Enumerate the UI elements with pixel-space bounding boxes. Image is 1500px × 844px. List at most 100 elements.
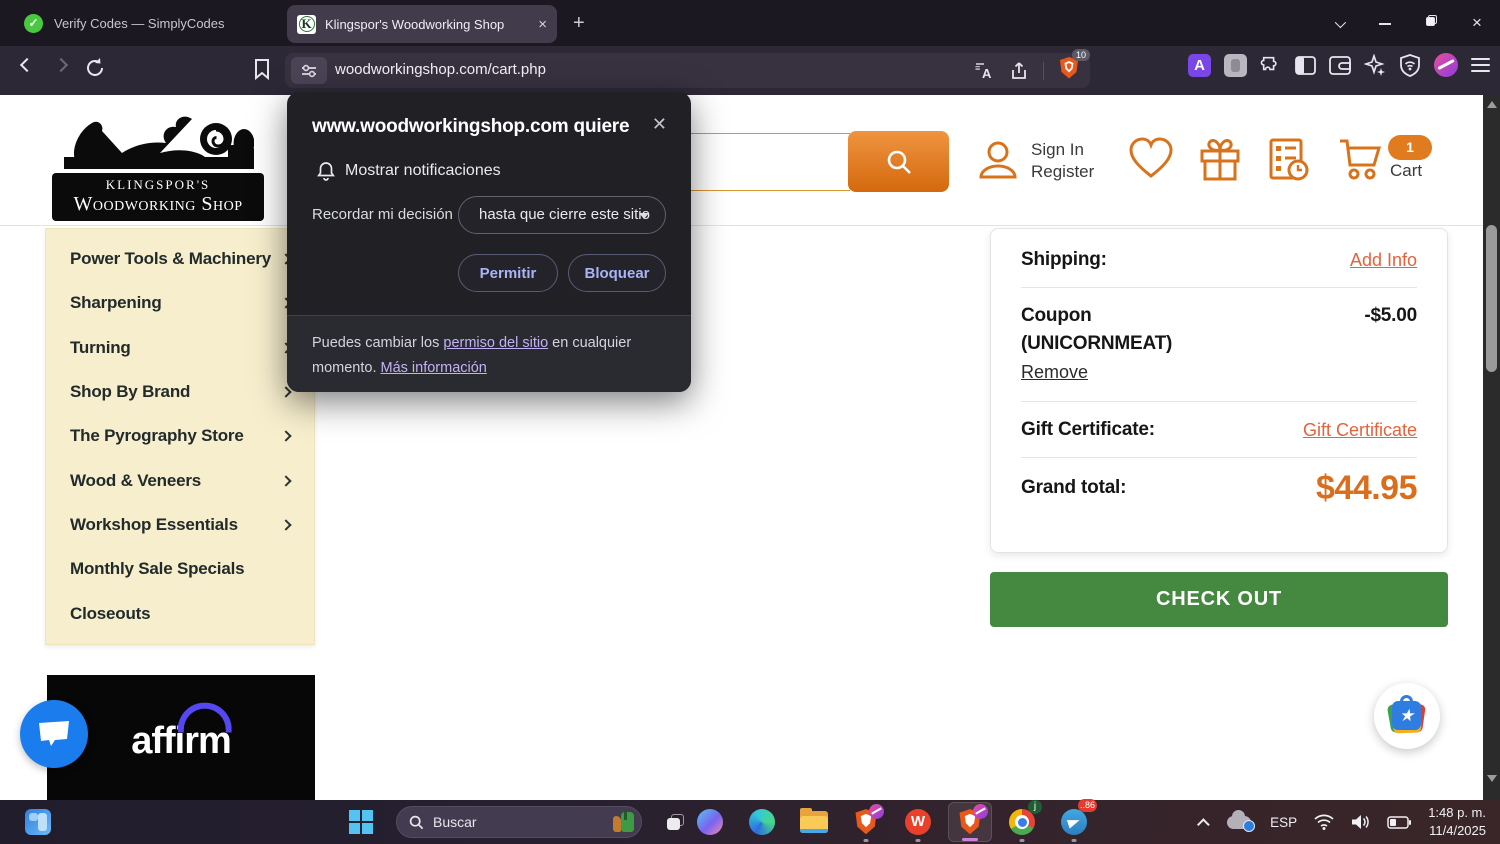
sidebar-menu-item[interactable]: Shop By Brand bbox=[46, 382, 314, 402]
coupon-value: -$5.00 bbox=[1364, 305, 1417, 326]
chat-bubble-button[interactable] bbox=[20, 700, 88, 768]
page-scrollbar[interactable] bbox=[1483, 95, 1500, 800]
taskbar-brave-1[interactable] bbox=[844, 800, 888, 844]
profile-avatar[interactable] bbox=[1434, 53, 1458, 77]
cart-icon[interactable] bbox=[1338, 137, 1384, 181]
scroll-up-arrow[interactable] bbox=[1487, 101, 1497, 108]
allow-button[interactable]: Permitir bbox=[458, 254, 558, 292]
extensions-puzzle-icon[interactable] bbox=[1260, 54, 1282, 76]
sidebar-menu-item[interactable]: Sharpening bbox=[46, 293, 314, 313]
reload-button[interactable] bbox=[84, 57, 106, 79]
grand-total-value: $44.95 bbox=[1316, 469, 1418, 507]
taskbar-wps[interactable]: W bbox=[896, 800, 940, 844]
learn-more-link[interactable]: Más información bbox=[381, 360, 487, 376]
edge-icon bbox=[749, 809, 775, 835]
gift-icon[interactable] bbox=[1198, 137, 1242, 183]
site-logo[interactable]: KLINGSPOR'S Woodworking Shop bbox=[52, 101, 264, 223]
scroll-down-arrow[interactable] bbox=[1487, 775, 1497, 782]
shipping-label: Shipping: bbox=[1021, 249, 1107, 270]
gift-certificate-link[interactable]: Gift Certificate bbox=[1303, 420, 1417, 441]
shipping-add-info-link[interactable]: Add Info bbox=[1350, 250, 1417, 271]
sidebar-menu-item[interactable]: Wood & Veneers bbox=[46, 471, 314, 491]
sidebar-menu-item[interactable]: Monthly Sale Specials bbox=[46, 559, 314, 579]
tab-close-icon[interactable]: × bbox=[538, 16, 547, 33]
taskbar-chrome[interactable]: j bbox=[1000, 800, 1044, 844]
coupon-label: Coupon bbox=[1021, 305, 1092, 326]
coupon-remove-link[interactable]: Remove bbox=[1021, 362, 1088, 383]
scrollbar-thumb[interactable] bbox=[1486, 225, 1497, 372]
wishlist-heart-icon[interactable] bbox=[1128, 137, 1174, 181]
language-indicator[interactable]: ESP bbox=[1270, 815, 1297, 830]
start-button[interactable] bbox=[343, 800, 379, 844]
address-bar[interactable]: woodworkingshop.com/cart.php ≡ A 10 bbox=[285, 49, 1090, 88]
window-minimize-button[interactable] bbox=[1362, 15, 1408, 31]
shopping-bag-icon: ★ bbox=[1386, 695, 1426, 735]
checkout-button[interactable]: CHECK OUT bbox=[990, 572, 1448, 627]
site-settings-icon[interactable] bbox=[291, 57, 327, 84]
window-close-button[interactable]: × bbox=[1454, 13, 1500, 33]
block-button[interactable]: Bloquear bbox=[568, 254, 666, 292]
search-icon bbox=[409, 815, 424, 829]
grand-total-label: Grand total: bbox=[1021, 477, 1127, 498]
vpn-shield-icon[interactable] bbox=[1399, 53, 1421, 77]
taskbar-edge[interactable] bbox=[740, 800, 784, 844]
signin-label[interactable]: Sign In bbox=[1031, 139, 1094, 161]
leo-ai-sparkle-icon[interactable] bbox=[1364, 54, 1386, 76]
cart-label[interactable]: Cart bbox=[1390, 161, 1422, 181]
dialog-permission-text: Mostrar notificaciones bbox=[345, 162, 501, 179]
signin-register[interactable]: Sign In Register bbox=[1031, 139, 1094, 183]
tray-expand-icon[interactable] bbox=[1197, 817, 1210, 831]
simplycodes-favicon-icon: ✓ bbox=[24, 13, 43, 33]
register-label[interactable]: Register bbox=[1031, 161, 1094, 183]
taskbar-file-explorer[interactable] bbox=[792, 800, 836, 844]
forward-button[interactable] bbox=[53, 57, 69, 73]
shopping-app-button[interactable]: ★ bbox=[1374, 683, 1440, 749]
gift-certificate-label: Gift Certificate: bbox=[1021, 419, 1155, 440]
order-history-icon[interactable] bbox=[1266, 137, 1310, 183]
taskbar-search[interactable]: Buscar bbox=[396, 806, 642, 838]
wifi-icon[interactable] bbox=[1314, 814, 1334, 830]
sidebar-menu-item[interactable]: Workshop Essentials bbox=[46, 515, 314, 535]
task-view-icon bbox=[667, 814, 685, 830]
taskbar-clock[interactable]: 1:48 p. m. 11/4/2025 bbox=[1428, 804, 1486, 839]
new-tab-button[interactable]: + bbox=[573, 12, 585, 35]
extension-a-icon[interactable]: A bbox=[1188, 53, 1211, 77]
dialog-remember-label: Recordar mi decisión bbox=[312, 206, 453, 223]
sidebar-menu-item[interactable]: Power Tools & Machinery bbox=[46, 249, 314, 269]
tab-search-chevron-icon[interactable] bbox=[1316, 15, 1362, 31]
logo-line2: Woodworking Shop bbox=[73, 193, 243, 215]
wallet-icon[interactable] bbox=[1329, 55, 1351, 75]
taskbar-copilot[interactable] bbox=[688, 800, 732, 844]
taskbar-brave-2-active[interactable] bbox=[948, 802, 992, 842]
tab-title: Klingspor's Woodworking Shop bbox=[325, 16, 505, 32]
affirm-arc-icon bbox=[177, 702, 232, 733]
back-button[interactable] bbox=[19, 57, 35, 73]
brave-shield-icon[interactable]: 10 bbox=[1058, 49, 1090, 85]
tab-woodworkingshop[interactable]: K Klingspor's Woodworking Shop × bbox=[287, 5, 557, 43]
share-icon[interactable] bbox=[1009, 61, 1029, 81]
onedrive-icon[interactable] bbox=[1227, 810, 1256, 832]
window-restore-button[interactable] bbox=[1408, 15, 1454, 31]
telegram-badge: ..86 bbox=[1077, 799, 1097, 812]
widgets-button[interactable] bbox=[22, 800, 54, 844]
site-permissions-link[interactable]: permiso del sitio bbox=[443, 335, 548, 351]
dialog-remember-dropdown[interactable]: hasta que cierre este sitio bbox=[458, 196, 666, 234]
sidebar-toggle-icon[interactable] bbox=[1295, 55, 1316, 75]
site-search-button[interactable] bbox=[848, 131, 949, 192]
account-icon[interactable] bbox=[975, 137, 1021, 183]
logo-line1: KLINGSPOR'S bbox=[105, 177, 211, 192]
sidebar-menu-item[interactable]: The Pyrography Store bbox=[46, 426, 314, 446]
battery-icon[interactable] bbox=[1387, 815, 1412, 829]
dialog-close-icon[interactable]: ✕ bbox=[652, 114, 667, 135]
volume-icon[interactable] bbox=[1351, 814, 1370, 830]
tab-simplycodes[interactable]: ✓ Verify Codes — SimplyCodes bbox=[10, 0, 239, 46]
sidebar-menu-item[interactable]: Closeouts bbox=[46, 604, 314, 624]
bookmark-icon[interactable] bbox=[253, 58, 271, 80]
profile-badge-icon bbox=[869, 804, 884, 819]
translate-icon[interactable]: ≡ A bbox=[975, 62, 995, 80]
sidebar-menu-item[interactable]: Turning bbox=[46, 338, 314, 358]
menu-hamburger-icon[interactable] bbox=[1471, 57, 1490, 73]
extension-grey-icon[interactable] bbox=[1224, 53, 1247, 77]
chat-icon bbox=[39, 721, 69, 746]
taskbar-telegram[interactable]: ..86 bbox=[1052, 799, 1097, 844]
